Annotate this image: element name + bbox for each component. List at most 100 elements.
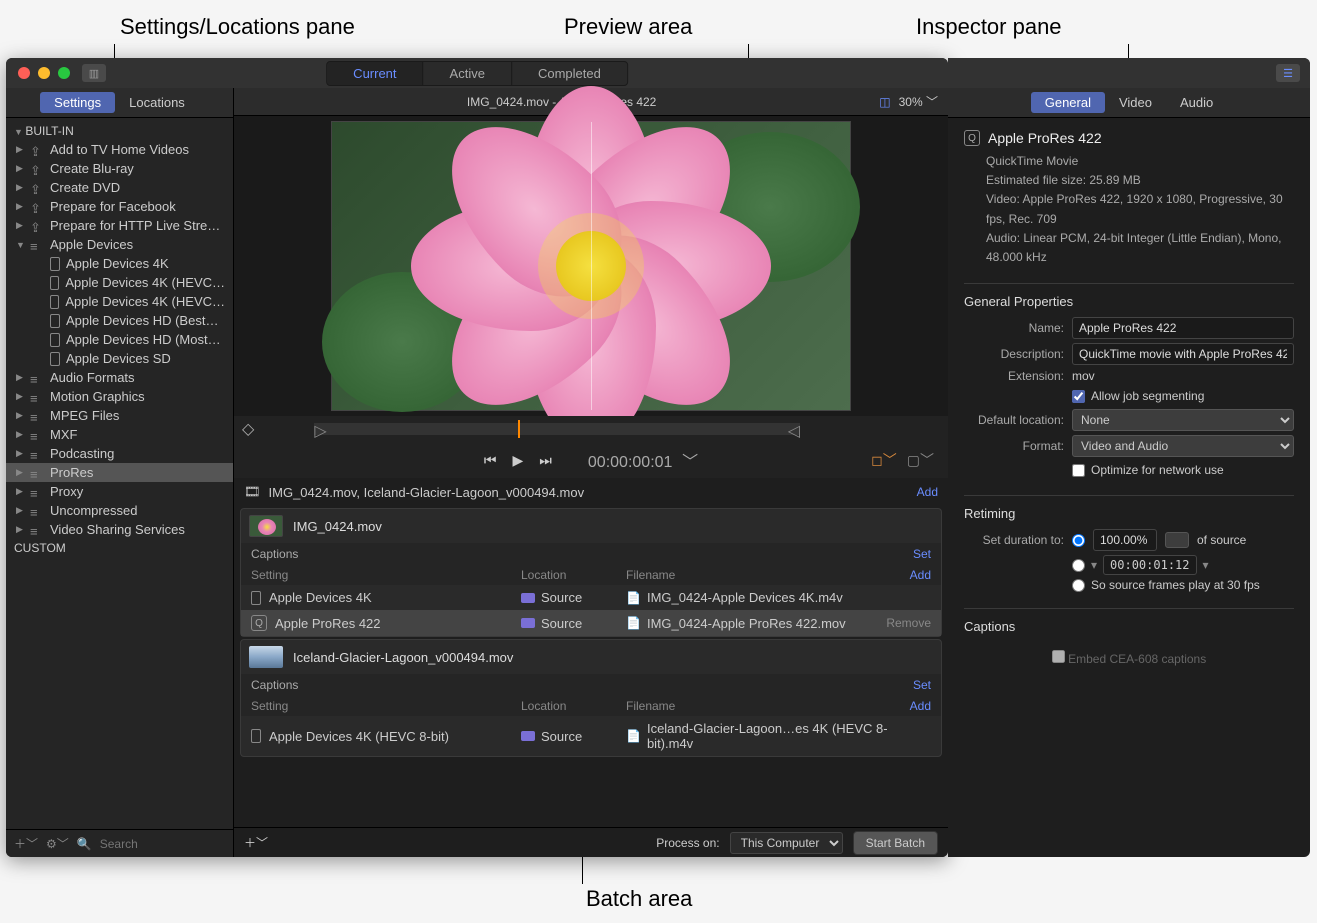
quicktime-icon: Q (251, 615, 267, 631)
inspector-est: Estimated file size: 25.89 MB (986, 171, 1294, 190)
duration-unit-select[interactable] (1165, 532, 1189, 548)
set-link[interactable]: Set (913, 547, 931, 561)
add-button[interactable]: ＋﹀ (14, 835, 38, 852)
tree-item[interactable]: ▶≡MXF (6, 425, 233, 444)
ext-value: mov (1072, 369, 1294, 383)
batch-title: IMG_0424.mov, Iceland-Glacier-Lagoon_v00… (269, 485, 585, 500)
duration-percent-field[interactable] (1093, 529, 1157, 551)
tab-locations[interactable]: Locations (115, 92, 199, 113)
tree-item[interactable]: ▶≡MPEG Files (6, 406, 233, 425)
tree-item[interactable]: ▶≡Uncompressed (6, 501, 233, 520)
playhead-icon[interactable] (518, 420, 520, 438)
center-pane: IMG_0424.mov - Apple ProRes 422 ◫ 30% ﹀ (234, 88, 948, 857)
tab-audio[interactable]: Audio (1166, 92, 1227, 113)
quicktime-icon: Q (964, 130, 980, 146)
annot-inspector: Inspector pane (916, 14, 1062, 40)
tree-item[interactable]: Apple Devices SD (6, 349, 233, 368)
app-window: ▥ Current Active Completed Settings Loca… (6, 58, 948, 857)
segment-active[interactable]: Active (424, 62, 512, 85)
duration-tc-field[interactable]: 00:00:01:12 (1103, 555, 1196, 575)
default-location-select[interactable]: None (1072, 409, 1294, 431)
inspector-pane: ☰ General Video Audio QApple ProRes 422 … (948, 58, 1310, 857)
tree-item[interactable]: Apple Devices 4K (HEVC… (6, 292, 233, 311)
batch-job: IMG_0424.mov CaptionsSet Setting Locatio… (240, 508, 942, 637)
add-link[interactable]: Add (910, 568, 931, 582)
inspector-tabs: General Video Audio (948, 88, 1310, 118)
tab-video[interactable]: Video (1105, 92, 1166, 113)
tree-item[interactable]: ▶≡Proxy (6, 482, 233, 501)
tree-item[interactable]: ▶⇪Prepare for HTTP Live Stre… (6, 216, 233, 235)
captions-label: Captions (251, 678, 298, 692)
duration-tc-radio[interactable] (1072, 559, 1085, 572)
segment-completed[interactable]: Completed (512, 62, 627, 85)
file-icon: 📄 (626, 616, 641, 630)
format-select[interactable]: Video and Audio (1072, 435, 1294, 457)
tree-item[interactable]: ▶⇪Create Blu-ray (6, 159, 233, 178)
inspector-subtitle: QuickTime Movie (986, 152, 1294, 171)
tree-item[interactable]: Apple Devices HD (Most… (6, 330, 233, 349)
action-menu-button[interactable]: ⚙﹀ (46, 835, 69, 852)
set-link[interactable]: Set (913, 678, 931, 692)
embed-captions-checkbox[interactable] (1052, 650, 1065, 663)
display-menu-icon[interactable]: ▢﹀ (907, 450, 934, 470)
next-button[interactable]: ⏭ (539, 452, 552, 469)
tab-general[interactable]: General (1031, 92, 1105, 113)
sidebar-toggle-icon[interactable]: ▥ (82, 64, 106, 82)
job-output-row[interactable]: Apple Devices 4K Source 📄IMG_0424-Apple … (241, 585, 941, 610)
duration-fps-radio[interactable] (1072, 579, 1085, 592)
tree-item[interactable]: ▶⇪Prepare for Facebook (6, 197, 233, 216)
inspector-video-line: Video: Apple ProRes 422, 1920 x 1080, Pr… (986, 190, 1294, 228)
description-field[interactable] (1072, 343, 1294, 365)
name-field[interactable] (1072, 317, 1294, 339)
search-input[interactable] (100, 837, 255, 851)
tree-item[interactable]: Apple Devices HD (Best… (6, 311, 233, 330)
tree-item[interactable]: ▶≡Video Sharing Services (6, 520, 233, 539)
job-header[interactable]: Iceland-Glacier-Lagoon_v000494.mov (241, 640, 941, 674)
allow-segmenting-checkbox[interactable] (1072, 390, 1085, 403)
col-location: Location (521, 568, 626, 582)
job-output-row-selected[interactable]: QApple ProRes 422 Source 📄IMG_0424-Apple… (241, 610, 941, 636)
optimize-checkbox[interactable] (1072, 464, 1085, 477)
tree-item-apple-devices[interactable]: ▼≡Apple Devices (6, 235, 233, 254)
marker-menu-icon[interactable]: ◻﹀ (871, 450, 897, 470)
remove-link[interactable]: Remove (886, 616, 931, 630)
add-job-button[interactable]: ＋﹀ (244, 834, 268, 851)
zoom-dropdown[interactable]: 30% ﹀ (899, 93, 938, 110)
prev-button[interactable]: ⏮ (484, 452, 497, 469)
job-filename: IMG_0424.mov (293, 519, 382, 534)
timeline[interactable]: ◇ ▷ ◁ (234, 416, 948, 442)
minimize-window-button[interactable] (38, 67, 50, 79)
search-icon: 🔍 (77, 837, 92, 851)
job-output-row[interactable]: Apple Devices 4K (HEVC 8-bit) Source 📄Ic… (241, 716, 941, 756)
tree-item[interactable]: Apple Devices 4K (HEVC… (6, 273, 233, 292)
timecode-display[interactable]: 00:00:00:01 ﹀ (588, 448, 698, 472)
window-controls (6, 67, 70, 79)
tree-item[interactable]: ▶≡Audio Formats (6, 368, 233, 387)
file-icon: 📄 (626, 729, 641, 743)
job-header[interactable]: IMG_0424.mov (241, 509, 941, 543)
tree-item[interactable]: Apple Devices 4K (6, 254, 233, 273)
tree-item[interactable]: ▶≡Podcasting (6, 444, 233, 463)
segment-current[interactable]: Current (327, 62, 423, 85)
process-on-select[interactable]: This Computer (730, 832, 843, 854)
tree-item[interactable]: ▶⇪Add to TV Home Videos (6, 140, 233, 159)
tree-item-prores[interactable]: ▶≡ProRes (6, 463, 233, 482)
tab-settings[interactable]: Settings (40, 92, 115, 113)
close-window-button[interactable] (18, 67, 30, 79)
add-link[interactable]: Add (917, 485, 938, 499)
tree-item[interactable]: ▶≡Motion Graphics (6, 387, 233, 406)
inspector-title: QApple ProRes 422 (964, 130, 1294, 146)
add-link[interactable]: Add (910, 699, 931, 713)
view-segmented-control: Current Active Completed (326, 61, 628, 86)
compare-icon[interactable]: ◫ (879, 95, 890, 109)
tree-item[interactable]: ▶⇪Create DVD (6, 178, 233, 197)
start-batch-button[interactable]: Start Batch (853, 831, 938, 855)
timeline-track[interactable]: ▷ ◁ (314, 423, 800, 435)
inspector-toggle-icon[interactable]: ☰ (1276, 64, 1300, 82)
retiming-label: Retiming (964, 495, 1294, 521)
zoom-window-button[interactable] (58, 67, 70, 79)
job-thumbnail (249, 515, 283, 537)
duration-percent-radio[interactable] (1072, 534, 1085, 547)
batch-footer: ＋﹀ Process on: This Computer Start Batch (234, 827, 948, 857)
play-button[interactable]: ▶ (513, 452, 524, 469)
